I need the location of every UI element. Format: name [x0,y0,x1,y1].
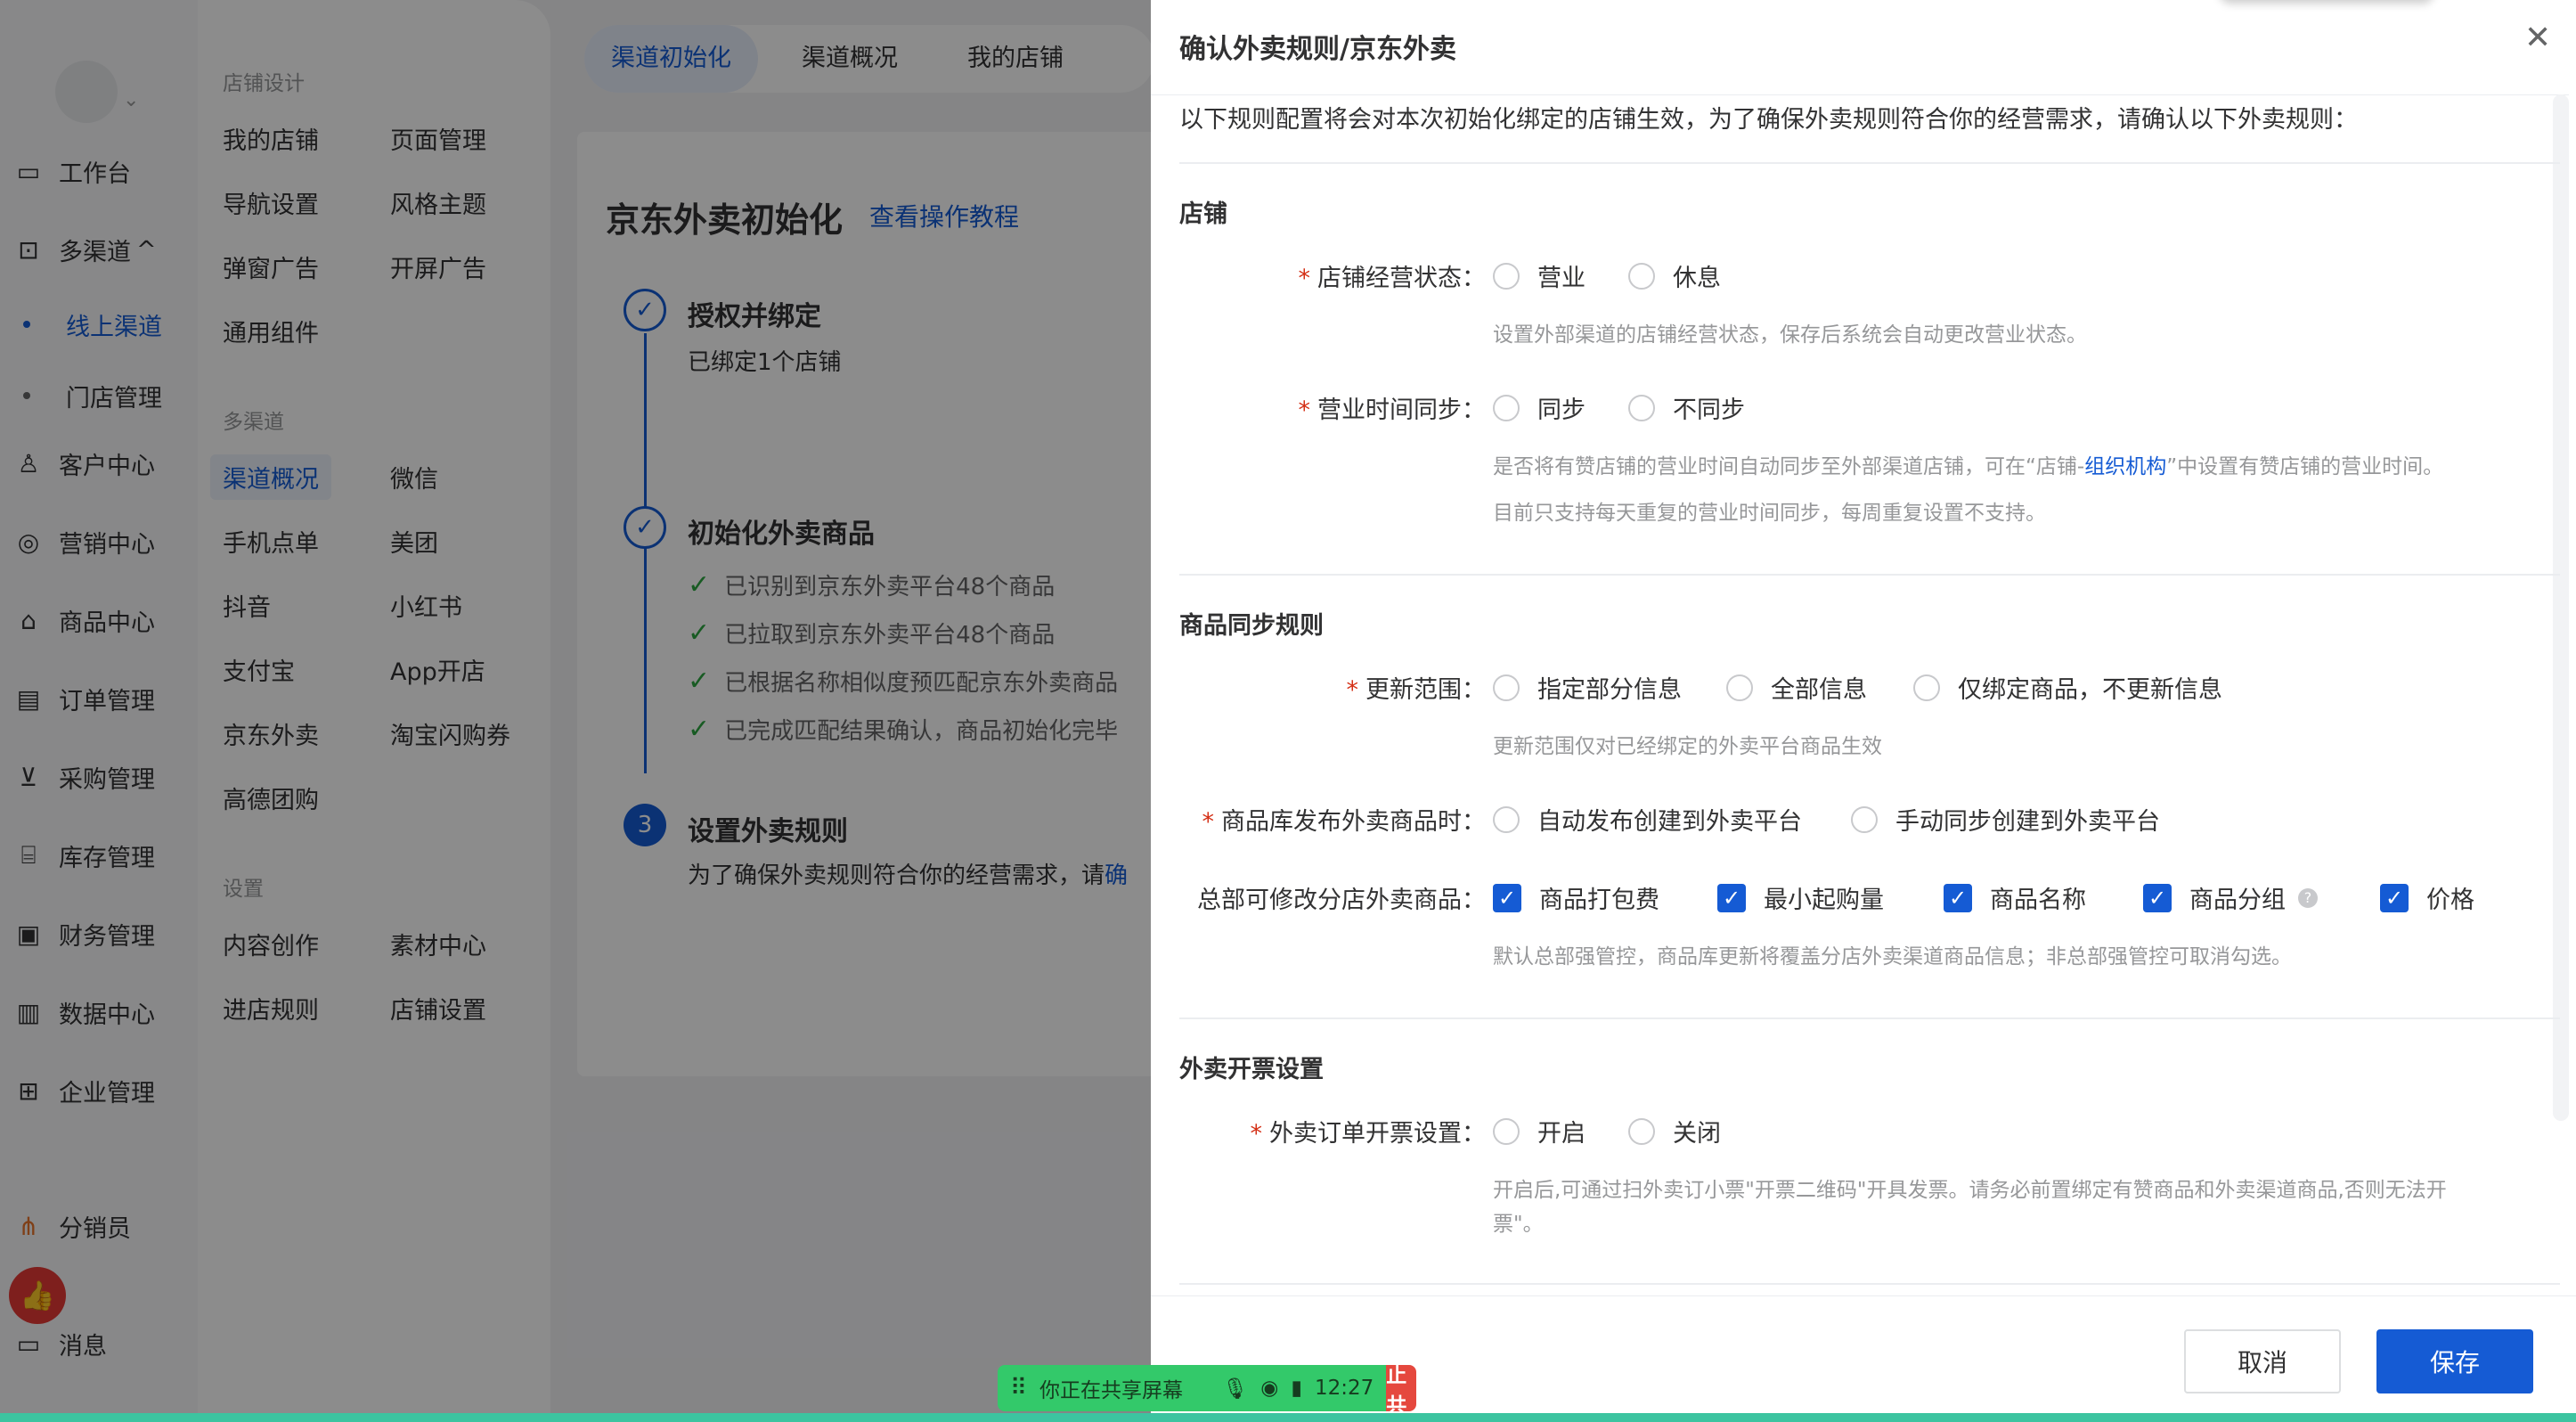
radio-invoice-off[interactable]: 关闭 [1628,1114,1721,1148]
radio-all-info[interactable]: 全部信息 [1726,670,1867,705]
modal-overlay[interactable] [0,0,1151,1422]
section-title-invoice: 外卖开票设置 [1179,1056,1324,1083]
signal-icon: ▮ [1291,1377,1302,1400]
radio-bind-only[interactable]: 仅绑定商品，不更新信息 [1913,670,2222,705]
hours-sync-help: 是否将有赞店铺的营业时间自动同步至外部渠道店铺，可在“店铺-组织机构”中设置有赞… [1493,455,2444,478]
radio-invoice-on[interactable]: 开启 [1493,1114,1586,1148]
checkmark-icon: ✓ [1944,883,1972,912]
radio-partial-info[interactable]: 指定部分信息 [1493,670,1682,705]
radio-manual-sync[interactable]: 手动同步创建到外卖平台 [1851,802,2160,837]
checkmark-icon: ✓ [1717,883,1746,912]
hours-sync-help-2: 目前只支持每天重复的营业时间同步，每周重复设置不支持。 [1493,502,2046,525]
update-range-label: * 更新范围： [1346,676,1487,704]
invoice-help: 开启后,可通过扫外卖订小票"开票二维码"开具发票。请务必前置绑定有赞商品和外卖渠… [1493,1179,2447,1202]
checkmark-icon: ✓ [2380,883,2409,912]
share-border [0,1413,2576,1422]
save-button[interactable]: 保存 [2376,1329,2533,1393]
publish-label: * 商品库发布外卖商品时： [1202,808,1487,836]
section-title-goods-sync: 商品同步规则 [1179,612,1324,640]
checkbox-goods-name[interactable]: ✓ 商品名称 [1944,880,2086,915]
record-icon[interactable]: ◉ [1260,1377,1278,1400]
hq-edit-help: 默认总部强管控，商品库更新将覆盖分店外卖渠道商品信息；非总部强管控可取消勾选。 [1493,945,2292,968]
mic-muted-icon[interactable]: 🎙 [1222,1377,1248,1401]
radio-sync[interactable]: 同步 [1493,390,1586,425]
checkbox-packing-fee[interactable]: ✓ 商品打包费 [1493,880,1659,915]
close-icon[interactable]: ✕ [2524,20,2551,56]
invoice-help-2: 票"。 [1493,1213,1544,1236]
cancel-button[interactable]: 取消 [2184,1329,2341,1393]
screen-share-bar: ⠿ 你正在共享屏幕 🎙 ◉ ▮ 12:27 停止共享 [998,1365,1416,1411]
stop-share-button[interactable]: 停止共享 [1386,1365,1416,1411]
radio-open[interactable]: 营业 [1493,258,1586,293]
radio-no-sync[interactable]: 不同步 [1628,390,1745,425]
invoice-setting-label: * 外卖订单开票设置： [1250,1120,1487,1148]
checkbox-min-purchase[interactable]: ✓ 最小起购量 [1717,880,1884,915]
checkbox-price[interactable]: ✓ 价格 [2380,880,2474,915]
drawer-intro: 以下规则配置将会对本次初始化绑定的店铺生效，为了确保外卖规则符合你的经营需求，请… [1179,106,2358,134]
checkmark-icon: ✓ [2143,883,2172,912]
section-title-store: 店铺 [1179,200,1227,228]
checkmark-icon: ✓ [1493,883,1521,912]
drag-handle-icon[interactable]: ⠿ [1010,1375,1027,1402]
radio-auto-publish[interactable]: 自动发布创建到外卖平台 [1493,802,1802,837]
store-status-label: * 店铺经营状态： [1298,265,1487,292]
org-structure-link[interactable]: 组织机构 [2084,455,2166,478]
question-icon[interactable]: ? [2298,887,2318,908]
hours-sync-label: * 营业时间同步： [1298,396,1487,424]
share-time: 12:27 [1315,1377,1374,1400]
rules-drawer: 确认外卖规则/京东外卖 ✕ 以下规则配置将会对本次初始化绑定的店铺生效，为了确保… [1151,0,2576,1422]
hq-edit-label: 总部可修改分店外卖商品： [1197,887,1486,914]
drawer-title: 确认外卖规则/京东外卖 [1179,34,1456,65]
share-status-text: 你正在共享屏幕 [1039,1379,1184,1402]
store-status-help: 设置外部渠道的店铺经营状态，保存后系统会自动更改营业状态。 [1493,323,2087,347]
checkbox-goods-group[interactable]: ✓ 商品分组? [2143,880,2318,915]
drawer-scrollbar[interactable] [2553,94,2569,1121]
update-range-help: 更新范围仅对已经绑定的外卖平台商品生效 [1493,735,1882,758]
radio-rest[interactable]: 休息 [1628,258,1721,293]
